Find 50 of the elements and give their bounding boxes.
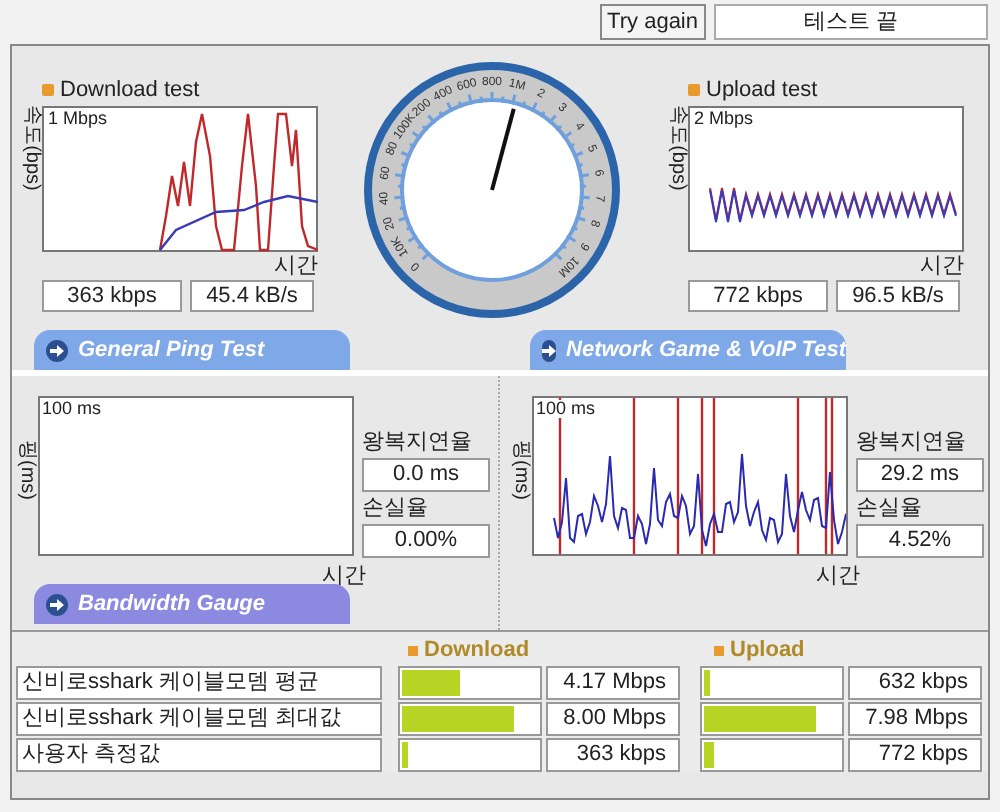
- arrow-icon: [46, 339, 68, 361]
- section-tab[interactable]: General Ping Test: [34, 330, 350, 370]
- row-label: 신비로sshark 케이블모뎀 평균: [16, 666, 382, 700]
- axis-label: 속도(bps): [20, 105, 40, 191]
- axis-label: 핑(ms): [510, 440, 530, 500]
- section-title: Download test: [60, 75, 200, 106]
- column-header: Upload: [730, 636, 805, 667]
- value-cell: 7.98 Mbps: [848, 702, 982, 736]
- time-label: 시간: [920, 252, 964, 280]
- try-again-button[interactable]: Try again: [599, 4, 706, 40]
- row-label: 사용자 측정값: [16, 738, 382, 772]
- time-label: 시간: [274, 252, 318, 280]
- stat-field: 0.00%: [362, 524, 490, 558]
- scale-label: 1 Mbps: [48, 110, 108, 128]
- bullet-icon: [42, 84, 54, 96]
- axis-label: 속도(bps): [666, 105, 686, 191]
- bullet-icon: [408, 646, 418, 656]
- section-title: Upload test: [706, 75, 818, 106]
- row-label: 신비로sshark 케이블모뎀 최대값: [16, 702, 382, 736]
- section-tab[interactable]: Bandwidth Gauge: [34, 584, 350, 624]
- stat-label: 손실율: [856, 494, 924, 524]
- status-field: 테스트 끝: [714, 4, 988, 40]
- stat-field: 29.2 ms: [856, 458, 984, 492]
- scale-label: 2 Mbps: [694, 110, 754, 128]
- stat-label: 손실율: [362, 494, 430, 524]
- arrow-icon: [46, 593, 68, 615]
- axis-label: 핑(ms): [16, 440, 36, 500]
- value-cell: 8.00 Mbps: [546, 702, 680, 736]
- stat-field: 0.0 ms: [362, 458, 490, 492]
- stat-label: 왕복지연율: [856, 428, 968, 458]
- time-label: 시간: [322, 562, 366, 590]
- value-cell: 363 kbps: [546, 738, 680, 772]
- stat-label: 왕복지연율: [362, 428, 474, 458]
- reading-field: 45.4 kB/s: [190, 280, 314, 312]
- arrow-icon: [542, 339, 557, 361]
- time-label: 시간: [816, 562, 860, 590]
- bullet-icon: [688, 84, 700, 96]
- scale-label: 100 ms: [536, 400, 598, 418]
- section-tab[interactable]: Network Game & VoIP Test: [530, 330, 846, 370]
- column-header: Download: [424, 636, 530, 667]
- reading-field: 96.5 kB/s: [836, 280, 960, 312]
- stat-field: 4.52%: [856, 524, 984, 558]
- reading-field: 772 kbps: [688, 280, 828, 312]
- needle: [489, 108, 515, 191]
- scale-label: 100 ms: [42, 400, 104, 418]
- value-cell: 4.17 Mbps: [546, 666, 680, 700]
- reading-field: 363 kbps: [42, 280, 182, 312]
- value-cell: 772 kbps: [848, 738, 982, 772]
- bullet-icon: [714, 646, 724, 656]
- value-cell: 632 kbps: [848, 666, 982, 700]
